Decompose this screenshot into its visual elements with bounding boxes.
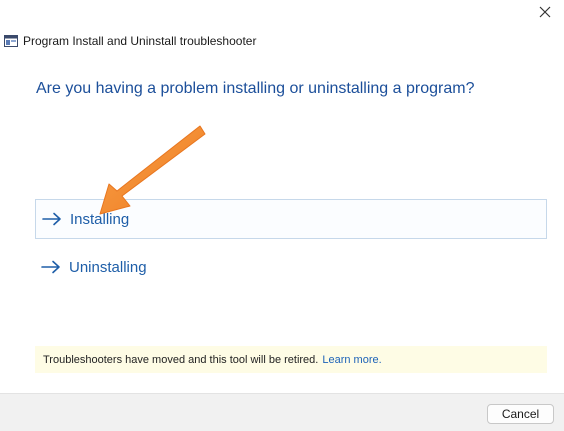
close-button[interactable] — [530, 0, 560, 24]
cancel-button[interactable]: Cancel — [487, 404, 554, 424]
option-uninstalling[interactable]: Uninstalling — [35, 247, 547, 287]
title-bar: Program Install and Uninstall troublesho… — [4, 32, 256, 50]
notice-text: Troubleshooters have moved and this tool… — [43, 353, 319, 366]
page-question: Are you having a problem installing or u… — [36, 80, 475, 97]
troubleshooter-window: Program Install and Uninstall troublesho… — [0, 0, 564, 431]
learn-more-link[interactable]: Learn more. — [322, 354, 381, 366]
dialog-footer: Cancel — [0, 393, 564, 431]
option-uninstalling-label: Uninstalling — [69, 258, 147, 276]
arrow-right-icon — [42, 212, 61, 226]
window-title: Program Install and Uninstall troublesho… — [23, 34, 257, 48]
option-installing-label: Installing — [70, 210, 130, 228]
troubleshooter-icon — [4, 35, 18, 47]
option-installing[interactable]: Installing — [35, 199, 547, 239]
retirement-notice: Troubleshooters have moved and this tool… — [35, 346, 547, 373]
arrow-right-icon — [41, 260, 60, 274]
close-icon — [539, 6, 551, 18]
